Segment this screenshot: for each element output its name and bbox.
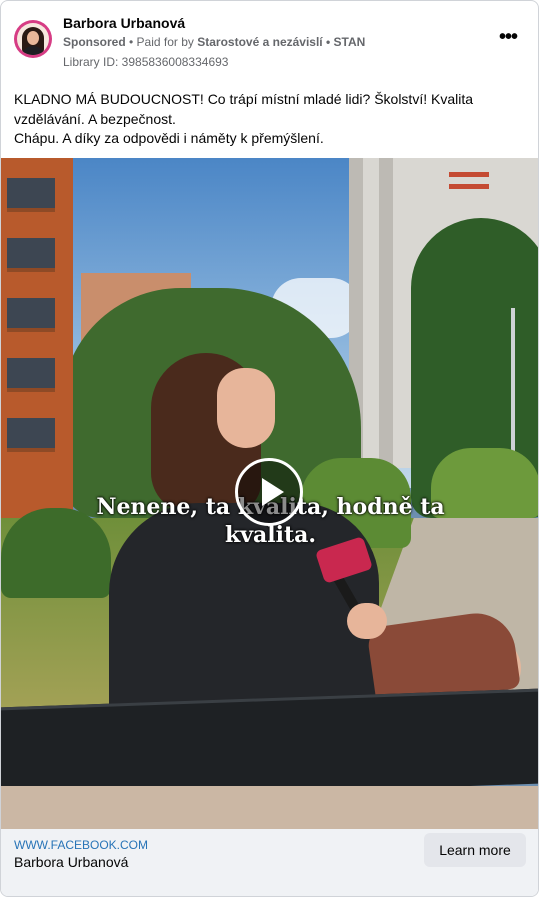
sponsor-line: Sponsored • Paid for by Starostové a nez… xyxy=(63,35,365,49)
post-text-line: Chápu. A díky za odpovědi i náměty k pře… xyxy=(14,130,324,146)
link-domain: WWW.FACEBOOK.COM xyxy=(14,838,148,852)
more-horizontal-icon: ••• xyxy=(498,26,518,48)
more-options-button[interactable]: ••• xyxy=(495,27,521,53)
sponsored-label: Sponsored xyxy=(63,35,126,49)
balcony-building xyxy=(1,158,73,518)
post-text: KLADNO MÁ BUDOUCNOST! Co trápí místní ml… xyxy=(14,90,526,149)
play-icon xyxy=(262,478,284,506)
page-name[interactable]: Barbora Urbanová xyxy=(63,15,185,31)
learn-more-button[interactable]: Learn more xyxy=(424,833,526,867)
payer-link[interactable]: Starostové a nezávislí • STAN xyxy=(197,35,365,49)
ad-card: Barbora Urbanová Sponsored • Paid for by… xyxy=(0,0,539,897)
ad-header: Barbora Urbanová Sponsored • Paid for by… xyxy=(1,1,538,81)
avatar[interactable] xyxy=(14,20,52,58)
library-id: Library ID: 3985836008334693 xyxy=(63,55,229,69)
link-title: Barbora Urbanová xyxy=(14,854,129,870)
post-text-line: KLADNO MÁ BUDOUCNOST! Co trápí místní ml… xyxy=(14,91,474,127)
video-player[interactable]: Nenene, ta kvalita, hodně ta kvalita. xyxy=(1,158,538,829)
play-button[interactable] xyxy=(235,458,303,526)
link-footer[interactable]: WWW.FACEBOOK.COM Barbora Urbanová Learn … xyxy=(1,829,538,896)
paid-for-label: • Paid for by xyxy=(125,35,198,49)
